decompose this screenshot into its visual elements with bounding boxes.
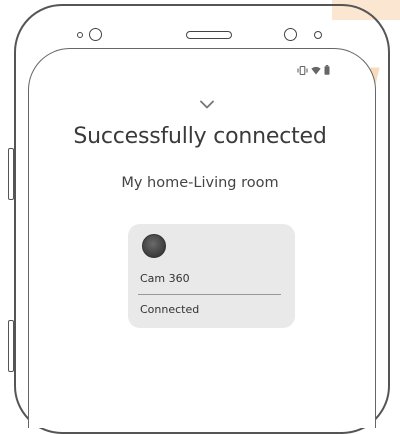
check-icon	[200, 94, 214, 113]
sensor-right-small	[314, 31, 322, 39]
device-card[interactable]: Cam 360 Connected	[128, 224, 295, 328]
success-title: Successfully connected	[73, 124, 327, 149]
card-divider	[138, 294, 281, 296]
battery-icon	[324, 60, 330, 79]
side-button-lower	[8, 320, 14, 372]
device-status: Connected	[140, 303, 200, 316]
wifi-icon	[311, 60, 321, 79]
front-camera-icon	[89, 28, 102, 41]
sensor-right-large	[284, 28, 297, 41]
speaker-grille	[186, 31, 232, 39]
sensor-small-left	[77, 32, 83, 38]
device-name: Cam 360	[140, 272, 190, 285]
side-button-upper	[8, 148, 14, 200]
location-label: My home-Living room	[121, 175, 279, 191]
status-bar	[297, 60, 330, 79]
vibrate-icon	[297, 60, 308, 79]
camera-icon	[142, 234, 166, 258]
